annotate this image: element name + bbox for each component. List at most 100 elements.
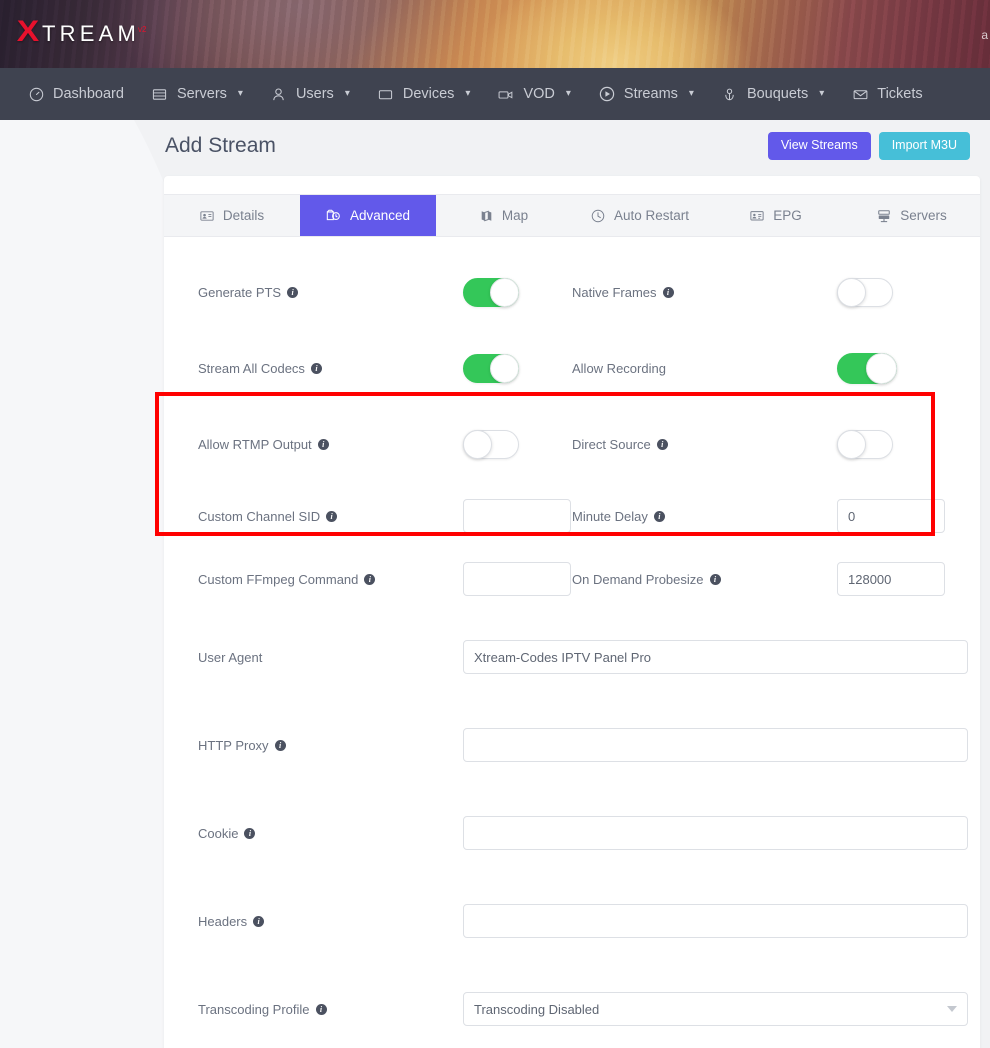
import-m3u-button[interactable]: Import M3U (879, 132, 970, 160)
control-generate-pts (463, 278, 572, 307)
field-minute-delay: Minute Delay i (572, 491, 946, 541)
label-user-agent: User Agent (198, 650, 463, 665)
nav-label-dashboard: Dashboard (53, 86, 124, 102)
server-icon (152, 86, 168, 102)
label-transcoding-profile: Transcoding Profile i (198, 1002, 463, 1017)
label-text-native-frames: Native Frames (572, 285, 657, 300)
nav-item-bouquets[interactable]: Bouquets ▾ (708, 68, 838, 120)
headers-input[interactable] (463, 904, 968, 938)
xtream-logo[interactable]: X TREAM v2 (18, 17, 148, 47)
toggle-stream-all-codecs[interactable] (463, 354, 519, 383)
transcoding-profile-select[interactable]: Transcoding Disabled (463, 992, 968, 1026)
label-text-transcoding-profile: Transcoding Profile (198, 1002, 310, 1017)
info-icon[interactable]: i (316, 1004, 327, 1015)
tab-label-advanced: Advanced (350, 208, 410, 223)
tab-label-epg: EPG (773, 208, 802, 223)
info-icon[interactable]: i (364, 574, 375, 585)
field-direct-source: Direct Source i (572, 419, 946, 469)
cookie-input[interactable] (463, 816, 968, 850)
field-native-frames: Native Frames i (572, 267, 946, 317)
id-card-icon (200, 209, 214, 223)
tab-map[interactable]: Map (436, 195, 572, 236)
tab-label-servers: Servers (900, 208, 947, 223)
user-icon (271, 86, 287, 102)
control-on-demand-probesize (837, 562, 946, 596)
form-row-http-proxy: HTTP Proxy i (198, 720, 946, 770)
label-text-http-proxy: HTTP Proxy (198, 738, 269, 753)
info-icon[interactable]: i (326, 511, 337, 522)
tab-advanced[interactable]: Advanced (300, 195, 436, 236)
toggle-knob (837, 430, 866, 459)
label-generate-pts: Generate PTS i (198, 285, 463, 300)
http-proxy-input[interactable] (463, 728, 968, 762)
info-icon[interactable]: i (311, 363, 322, 374)
nav-item-servers[interactable]: Servers ▾ (138, 68, 257, 120)
form-row-cookie: Cookie i (198, 808, 946, 858)
chevron-down-icon: ▾ (238, 89, 243, 99)
nav-item-vod[interactable]: VOD ▾ (484, 68, 584, 120)
label-custom-channel-sid: Custom Channel SID i (198, 509, 463, 524)
label-text-on-demand-probesize: On Demand Probesize (572, 572, 704, 587)
chevron-down-icon: ▾ (345, 89, 350, 99)
control-stream-all-codecs (463, 354, 572, 383)
tab-label-auto-restart: Auto Restart (614, 208, 689, 223)
user-agent-input[interactable] (463, 640, 968, 674)
form-row-user-agent: User Agent (198, 632, 946, 682)
field-headers: Headers i (198, 896, 968, 946)
info-icon[interactable]: i (654, 511, 665, 522)
wizard-footer: Previous Next (164, 1034, 980, 1048)
info-icon[interactable]: i (287, 287, 298, 298)
tab-auto-restart[interactable]: Auto Restart (572, 195, 708, 236)
banner-right-text: a (981, 28, 988, 42)
video-icon (498, 86, 514, 102)
clock-icon (591, 209, 605, 223)
page-content: Add Stream View Streams Import M3U Detai… (0, 120, 990, 1048)
mail-icon (852, 86, 868, 102)
control-native-frames (837, 278, 946, 307)
form-row-transcoding-profile: Transcoding Profile i Transcoding Disabl… (198, 984, 946, 1034)
field-transcoding-profile: Transcoding Profile i Transcoding Disabl… (198, 984, 968, 1034)
nav-item-users[interactable]: Users ▾ (257, 68, 364, 120)
bouquet-icon (722, 86, 738, 102)
on-demand-probesize-input[interactable] (837, 562, 945, 596)
tab-epg[interactable]: EPG (708, 195, 844, 236)
nav-item-dashboard[interactable]: Dashboard (14, 68, 138, 120)
tab-bar: Details Advanced Map (164, 194, 980, 237)
label-text-allow-rtmp-output: Allow RTMP Output (198, 437, 312, 452)
view-streams-button[interactable]: View Streams (768, 132, 871, 160)
info-icon[interactable]: i (663, 287, 674, 298)
minute-delay-input[interactable] (837, 499, 945, 533)
tab-servers[interactable]: Servers (844, 195, 980, 236)
toggle-native-frames[interactable] (837, 278, 893, 307)
tab-details[interactable]: Details (164, 195, 300, 236)
transcoding-profile-wrapper: Transcoding Disabled (463, 992, 968, 1026)
info-icon[interactable]: i (253, 916, 264, 927)
banner-arcs (0, 0, 990, 68)
form-row-headers: Headers i (198, 896, 946, 946)
label-text-user-agent: User Agent (198, 650, 262, 665)
play-circle-icon (599, 86, 615, 102)
toggle-knob (490, 278, 519, 307)
nav-label-servers: Servers (177, 86, 227, 102)
custom-channel-sid-input[interactable] (463, 499, 571, 533)
toggle-allow-rtmp-output[interactable] (463, 430, 519, 459)
info-icon[interactable]: i (710, 574, 721, 585)
field-custom-ffmpeg-command: Custom FFmpeg Command i (198, 554, 572, 604)
label-native-frames: Native Frames i (572, 285, 837, 300)
page-title: Add Stream (164, 134, 276, 158)
toggle-direct-source[interactable] (837, 430, 893, 459)
toggle-allow-recording[interactable] (837, 353, 897, 384)
info-icon[interactable]: i (318, 439, 329, 450)
nav-item-devices[interactable]: Devices ▾ (364, 68, 485, 120)
info-icon[interactable]: i (244, 828, 255, 839)
label-text-minute-delay: Minute Delay (572, 509, 648, 524)
info-icon[interactable]: i (657, 439, 668, 450)
main-navigation: Dashboard Servers ▾ Users ▾ Devices ▾ VO… (0, 68, 990, 120)
nav-label-devices: Devices (403, 86, 455, 102)
toggle-generate-pts[interactable] (463, 278, 519, 307)
nav-label-tickets: Tickets (877, 86, 922, 102)
nav-item-tickets[interactable]: Tickets (838, 68, 936, 120)
info-icon[interactable]: i (275, 740, 286, 751)
custom-ffmpeg-command-input[interactable] (463, 562, 571, 596)
logo-x-letter: X (17, 17, 39, 47)
